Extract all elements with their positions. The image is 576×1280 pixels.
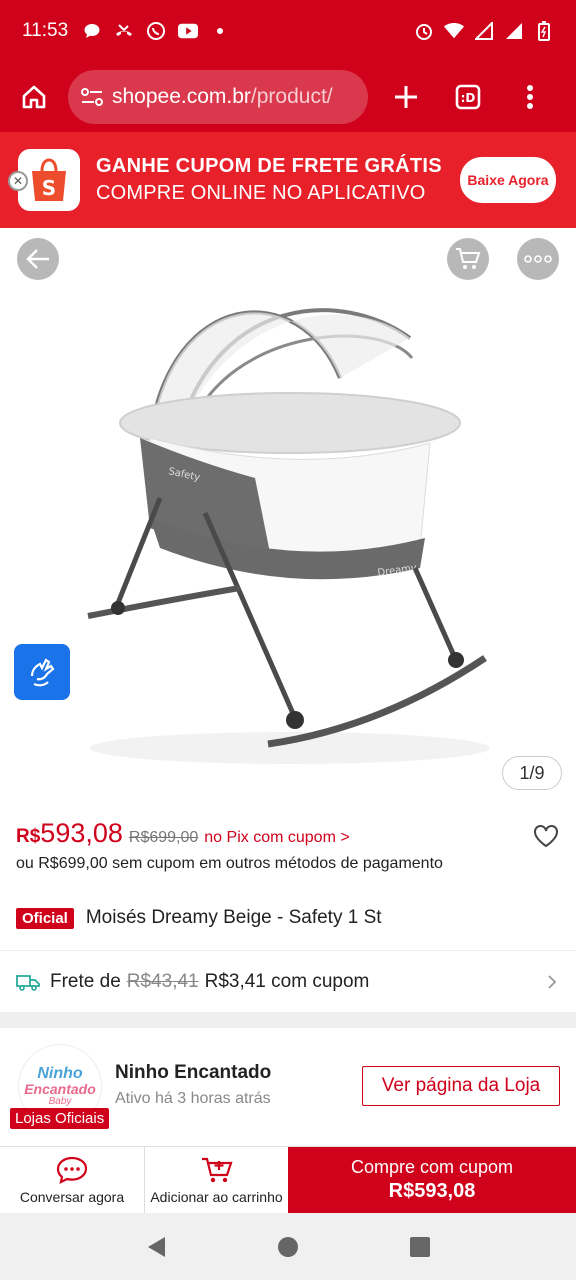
signal-full-icon bbox=[504, 21, 524, 41]
clock: 11:53 bbox=[22, 20, 68, 42]
system-navigation-bar bbox=[0, 1213, 576, 1280]
home-icon bbox=[20, 83, 48, 111]
tabs-button[interactable]: :D bbox=[444, 73, 492, 121]
chat-icon bbox=[55, 1155, 89, 1185]
whatsapp-icon bbox=[146, 21, 166, 41]
product-info: R$ 593,08 R$699,00 no Pix com cupom > ou… bbox=[0, 808, 576, 950]
store-logo-text-2: Encantado bbox=[24, 1082, 96, 1096]
bottom-action-bar: Conversar agora Adicionar ao carrinho Co… bbox=[0, 1146, 576, 1213]
current-price: 593,08 bbox=[40, 818, 123, 849]
store-last-active: Ativo há 3 horas atrás bbox=[115, 1090, 271, 1108]
kebab-menu-icon bbox=[526, 84, 534, 110]
shipping-row[interactable]: Frete de R$43,41 R$3,41 com cupom bbox=[0, 950, 576, 1012]
shopping-cart-icon bbox=[455, 247, 481, 271]
url-path: /product/ bbox=[251, 85, 333, 109]
truck-icon bbox=[16, 973, 40, 991]
banner-subline: COMPRE ONLINE NO APLICATIVO bbox=[96, 182, 442, 205]
nav-home-icon[interactable] bbox=[277, 1236, 299, 1258]
nav-back-icon[interactable] bbox=[145, 1235, 167, 1259]
tab-switcher-icon: :D bbox=[454, 83, 482, 111]
svg-text::D: :D bbox=[461, 91, 476, 105]
notification-dot-icon bbox=[210, 21, 230, 41]
shipping-old-price: R$43,41 bbox=[127, 971, 199, 993]
more-options-button[interactable] bbox=[517, 238, 559, 280]
shipping-new-price: R$3,41 com cupom bbox=[205, 971, 370, 993]
new-tab-button[interactable] bbox=[382, 73, 430, 121]
browser-menu-button[interactable] bbox=[506, 73, 554, 121]
pix-coupon-link[interactable]: no Pix com cupom > bbox=[204, 829, 349, 847]
chat-bubble-icon bbox=[82, 21, 102, 41]
chevron-right-icon bbox=[544, 974, 560, 990]
missed-call-icon bbox=[114, 21, 134, 41]
sign-language-icon bbox=[24, 654, 60, 690]
add-to-cart-icon bbox=[200, 1155, 234, 1185]
store-name[interactable]: Ninho Encantado bbox=[115, 1062, 271, 1084]
back-button[interactable] bbox=[17, 238, 59, 280]
more-horizontal-icon bbox=[524, 255, 552, 263]
download-app-button[interactable]: Baixe Agora bbox=[460, 157, 556, 203]
add-to-cart-label: Adicionar ao carrinho bbox=[150, 1189, 282, 1205]
currency-symbol: R$ bbox=[16, 826, 40, 848]
store-logo-text-1: Ninho bbox=[37, 1066, 82, 1082]
alarm-icon bbox=[414, 21, 434, 41]
svg-text:S: S bbox=[42, 176, 56, 200]
battery-icon bbox=[534, 21, 554, 41]
accessibility-button[interactable] bbox=[14, 644, 70, 700]
wifi-icon bbox=[444, 21, 464, 41]
favorite-heart-icon[interactable] bbox=[532, 822, 560, 850]
browser-toolbar: shopee.com.br/product/ :D bbox=[0, 62, 576, 132]
signal-icon bbox=[474, 21, 494, 41]
youtube-icon bbox=[178, 21, 198, 41]
original-price: R$699,00 bbox=[129, 829, 198, 847]
home-button[interactable] bbox=[14, 77, 54, 117]
app-download-banner[interactable]: ✕ S GANHE CUPOM DE FRETE GRÁTIS COMPRE O… bbox=[0, 132, 576, 228]
chat-now-button[interactable]: Conversar agora bbox=[0, 1147, 144, 1213]
cart-button[interactable] bbox=[447, 238, 489, 280]
section-divider bbox=[0, 1012, 576, 1028]
banner-headline: GANHE CUPOM DE FRETE GRÁTIS bbox=[96, 155, 442, 178]
shipping-label: Frete de bbox=[50, 971, 121, 993]
product-image-gallery[interactable]: Safety Dreamy 1/9 bbox=[0, 228, 576, 808]
site-settings-icon bbox=[80, 86, 104, 108]
buy-button-label: Compre com cupom bbox=[351, 1157, 513, 1178]
close-icon[interactable]: ✕ bbox=[8, 171, 28, 191]
view-store-button[interactable]: Ver página da Loja bbox=[362, 1066, 560, 1106]
official-stores-badge: Lojas Oficiais bbox=[10, 1108, 109, 1129]
chat-now-label: Conversar agora bbox=[20, 1189, 124, 1205]
nav-recents-icon[interactable] bbox=[409, 1236, 431, 1258]
add-to-cart-button[interactable]: Adicionar ao carrinho bbox=[144, 1147, 288, 1213]
url-domain: shopee.com.br bbox=[112, 85, 251, 109]
buy-button-price: R$593,08 bbox=[389, 1180, 476, 1203]
official-badge: Oficial bbox=[16, 908, 74, 929]
product-image: Safety Dreamy bbox=[0, 228, 576, 808]
buy-with-coupon-button[interactable]: Compre com cupom R$593,08 bbox=[288, 1147, 576, 1213]
shopee-bag-icon: S bbox=[28, 157, 70, 203]
store-logo-text-3: Baby bbox=[49, 1096, 72, 1107]
shopee-app-logo: ✕ S bbox=[18, 149, 80, 211]
product-title: Moisés Dreamy Beige - Safety 1 St bbox=[86, 907, 382, 929]
image-counter: 1/9 bbox=[502, 756, 562, 790]
status-bar: 11:53 bbox=[0, 0, 576, 62]
plus-icon bbox=[393, 84, 419, 110]
address-bar[interactable]: shopee.com.br/product/ bbox=[68, 70, 368, 124]
arrow-left-icon bbox=[25, 248, 51, 270]
alternative-price-note: ou R$699,00 sem cupom em outros métodos … bbox=[16, 855, 560, 873]
store-section: Ninho Encantado Baby Lojas Oficiais Ninh… bbox=[0, 1028, 576, 1146]
